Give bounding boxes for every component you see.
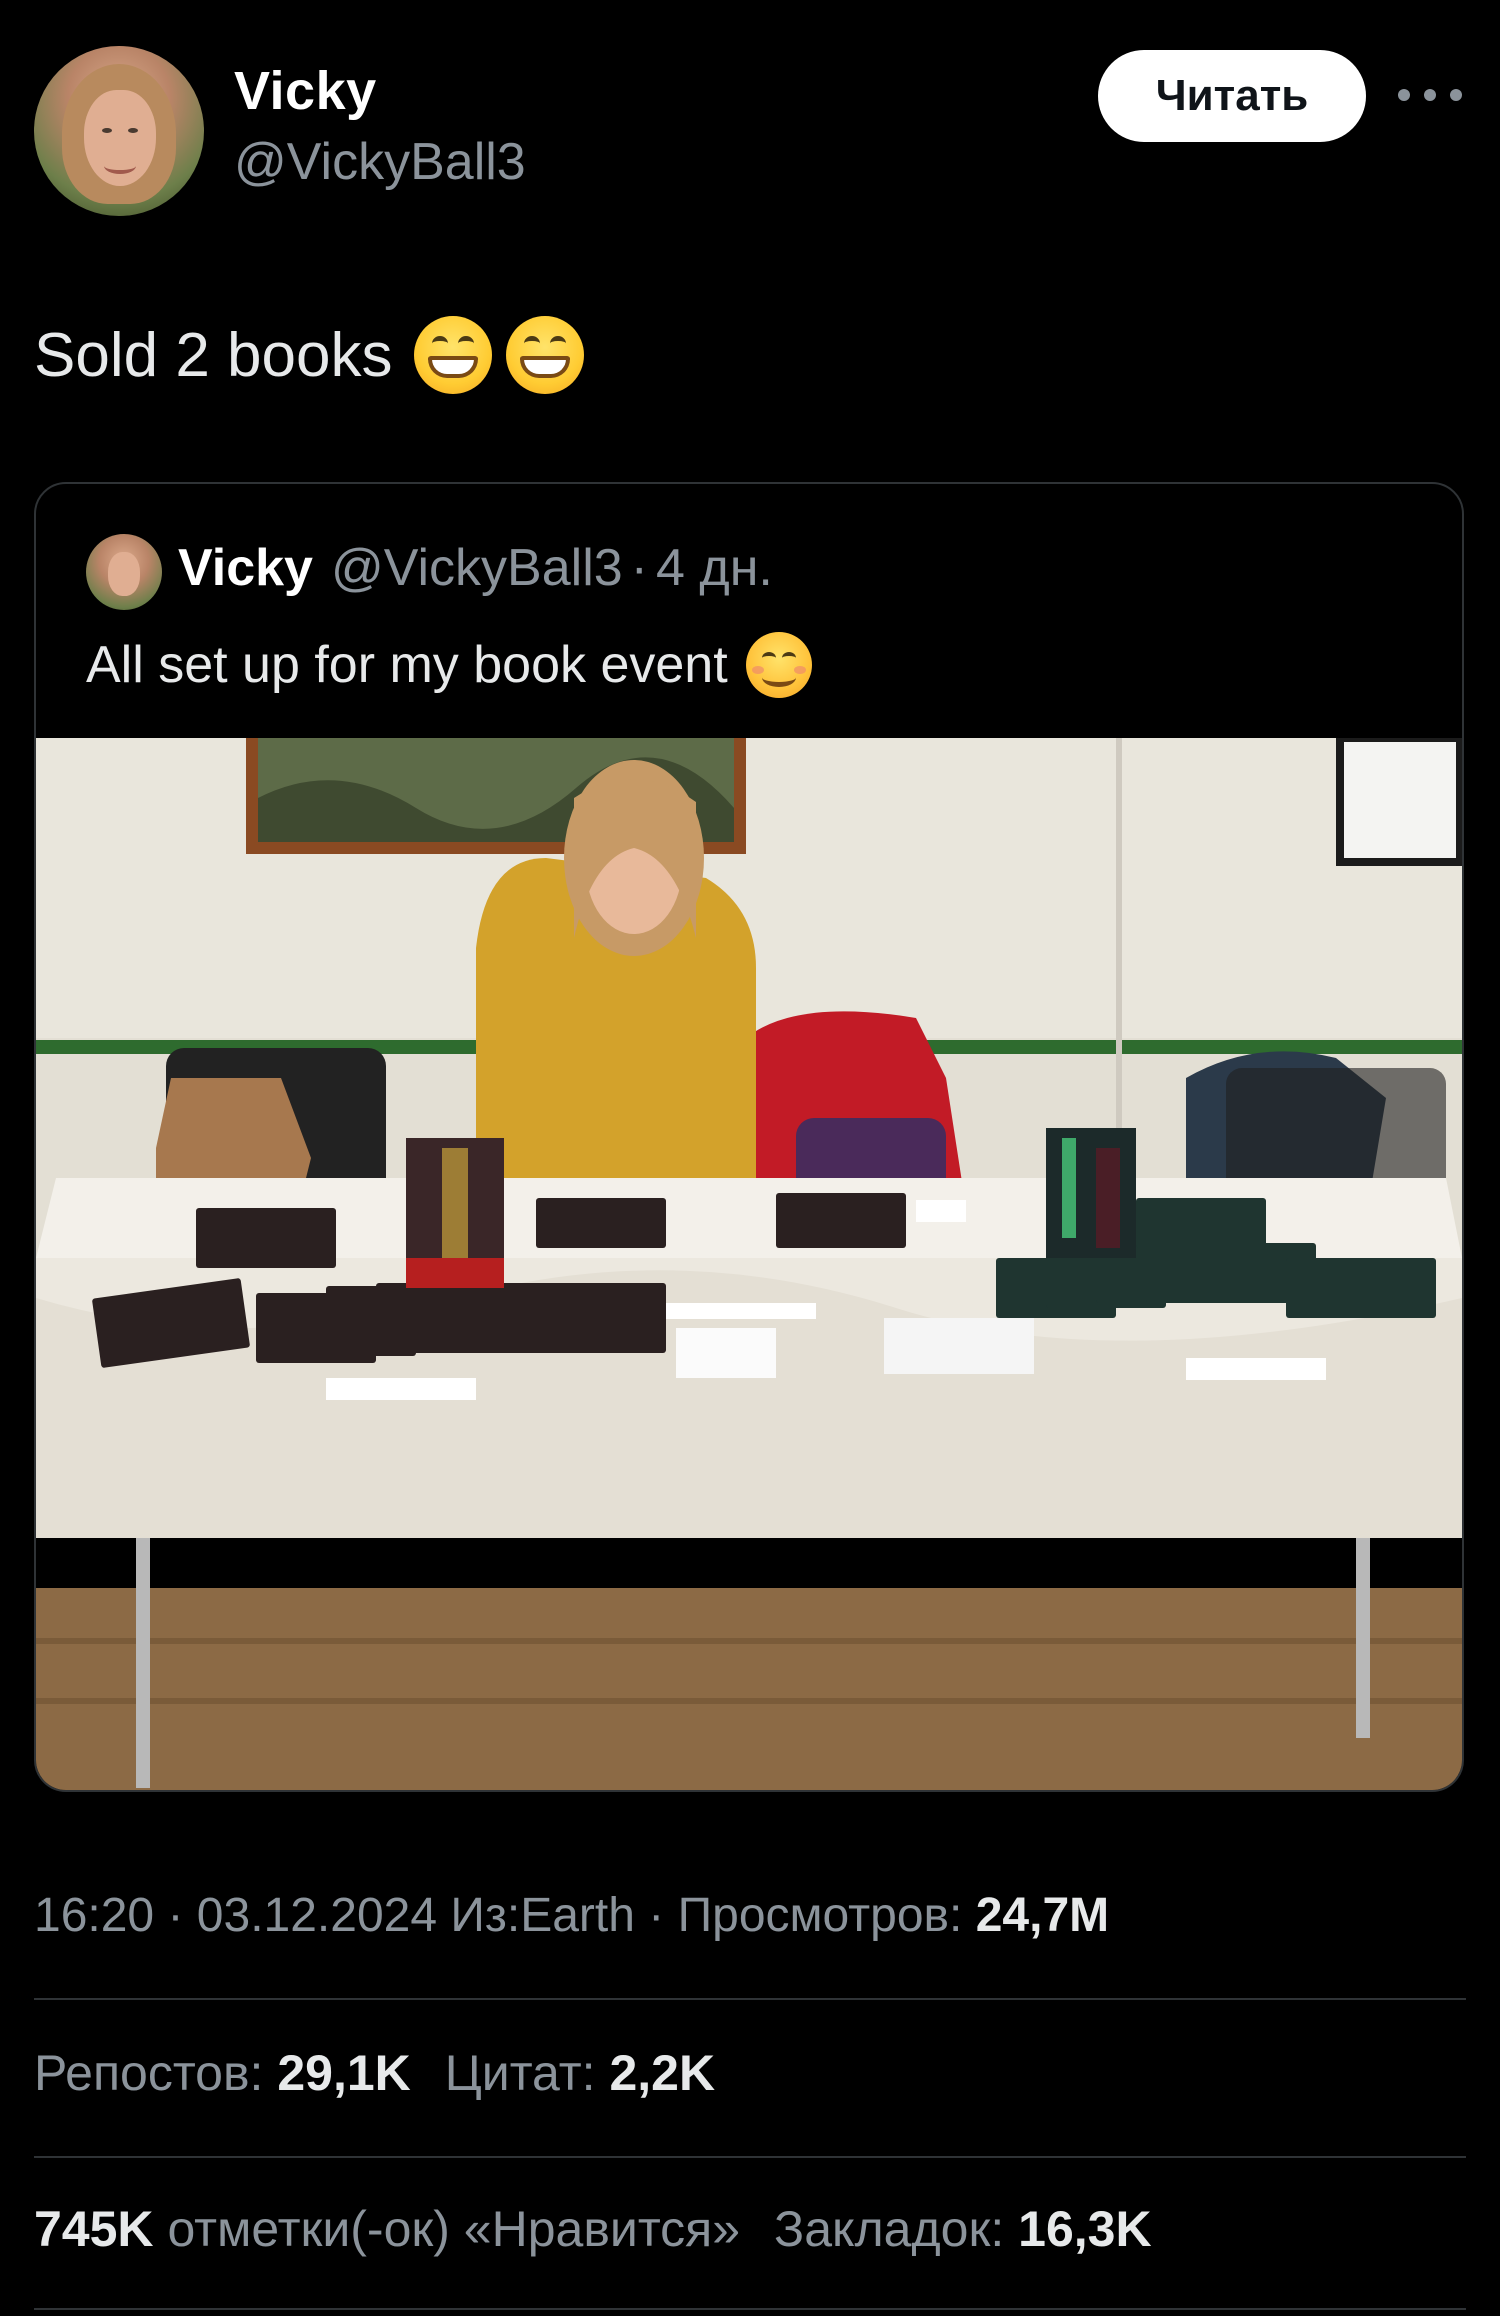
- grinning-face-emoji-icon: [506, 316, 585, 394]
- bookmarks-stat[interactable]: Закладок: 16,3K: [774, 2200, 1152, 2258]
- views-count[interactable]: 24,7M: [976, 1889, 1109, 1942]
- quotes-label: Цитат:: [444, 2045, 596, 2101]
- tweet-time[interactable]: 16:20: [34, 1889, 154, 1942]
- avatar-eye: [102, 128, 112, 133]
- reposts-count: 29,1K: [277, 2045, 411, 2101]
- tweet-date[interactable]: 03.12.2024: [197, 1889, 437, 1942]
- avatar-eye: [128, 128, 138, 133]
- engagement-row-likes: 745K отметки(-ок) «Нравится» Закладок: 1…: [34, 2200, 1186, 2258]
- quoted-tweet-time: 4 дн.: [656, 539, 773, 597]
- avatar-smile: [104, 158, 136, 174]
- tweet-source: Из:Earth: [450, 1889, 635, 1942]
- quotes-stat[interactable]: Цитат: 2,2K: [445, 2044, 715, 2102]
- likes-stat[interactable]: 745K отметки(-ок) «Нравится»: [34, 2200, 740, 2258]
- smiling-face-emoji-icon: [745, 632, 812, 698]
- quoted-author-handle: @VickyBall3: [330, 539, 623, 597]
- divider: [34, 1998, 1466, 2000]
- quoted-author-avatar: [86, 534, 162, 610]
- author-handle[interactable]: @VickyBall3: [234, 132, 526, 192]
- quoted-tweet-card[interactable]: Vicky @VickyBall3 · 4 дн. All set up for…: [34, 482, 1464, 1792]
- separator-dot: ·: [167, 1889, 184, 1942]
- quotes-count: 2,2K: [609, 2045, 716, 2101]
- tweet-text: Sold 2 books: [34, 316, 585, 394]
- quoted-author-name: Vicky: [178, 539, 313, 597]
- tweet-meta: 16:20 · 03.12.2024 Из:Earth · Просмотров…: [34, 1888, 1109, 1943]
- quoted-tweet-header: Vicky @VickyBall3 · 4 дн.: [178, 538, 773, 598]
- separator-dot: ·: [648, 1889, 665, 1942]
- reposts-stat[interactable]: Репостов: 29,1K: [34, 2044, 411, 2102]
- quoted-tweet-text: All set up for my book event: [86, 632, 812, 698]
- bookmarks-label: Закладок:: [774, 2201, 1005, 2257]
- reposts-label: Репостов:: [34, 2045, 264, 2101]
- views-label: Просмотров:: [677, 1889, 963, 1942]
- likes-count: 745K: [34, 2201, 154, 2257]
- likes-label: отметки(-ок) «Нравится»: [167, 2201, 741, 2257]
- bookmarks-count: 16,3K: [1018, 2201, 1152, 2257]
- divider: [34, 2308, 1466, 2310]
- tweet-text-content: Sold 2 books: [34, 320, 393, 390]
- engagement-row-reposts: Репостов: 29,1K Цитат: 2,2K: [34, 2044, 749, 2102]
- quoted-tweet-photo[interactable]: [36, 738, 1462, 1790]
- separator-dot: ·: [630, 539, 648, 597]
- quoted-tweet-text-content: All set up for my book event: [86, 636, 728, 694]
- author-avatar[interactable]: [34, 46, 204, 216]
- grinning-face-emoji-icon: [414, 316, 493, 394]
- author-display-name[interactable]: Vicky: [234, 60, 377, 122]
- divider: [34, 2156, 1466, 2158]
- follow-button[interactable]: Читать: [1098, 50, 1366, 142]
- more-horizontal-icon[interactable]: [1398, 80, 1462, 110]
